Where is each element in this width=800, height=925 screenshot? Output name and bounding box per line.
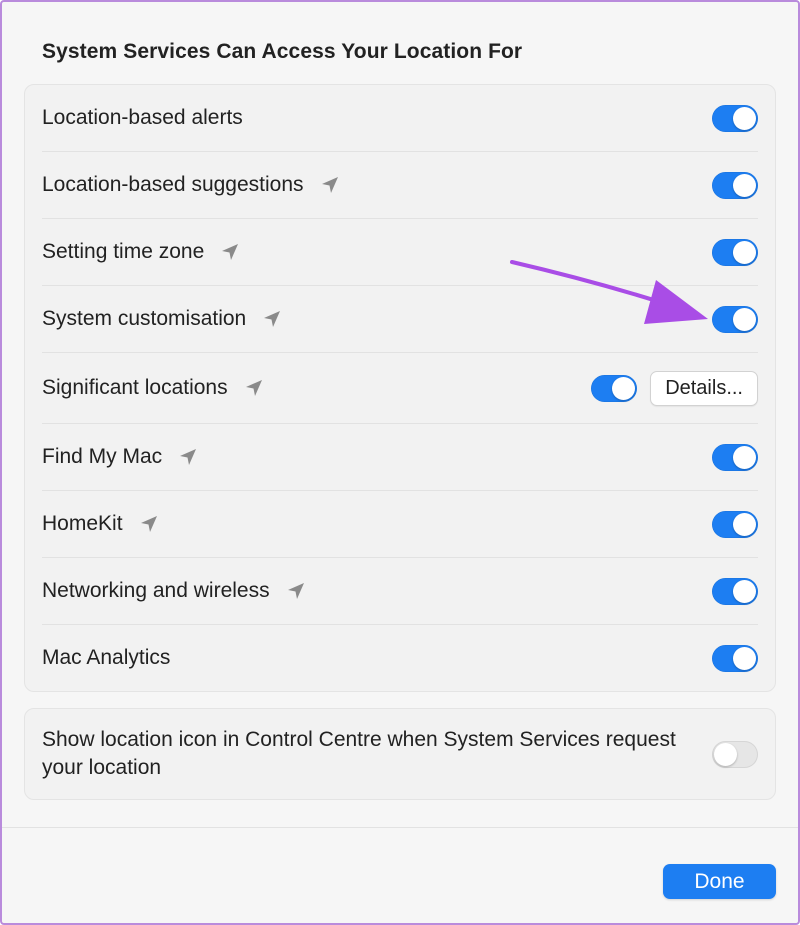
service-label: Networking and wireless xyxy=(42,579,306,603)
networking-and-wireless-toggle[interactable] xyxy=(712,577,758,605)
service-label: Location-based alerts xyxy=(42,106,243,129)
service-label: Mac Analytics xyxy=(42,646,171,669)
control-centre-group: Show location icon in Control Centre whe… xyxy=(24,708,776,800)
control-centre-label: Show location icon in Control Centre whe… xyxy=(42,728,676,779)
service-row-find-my-mac: Find My Mac xyxy=(42,424,758,491)
location-arrow-icon xyxy=(320,175,340,195)
service-label: Find My Mac xyxy=(42,445,198,469)
location-arrow-icon xyxy=(139,514,159,534)
location-arrow-icon xyxy=(178,447,198,467)
toggle-knob xyxy=(612,376,636,400)
mac-analytics-toggle[interactable] xyxy=(712,644,758,672)
details-button[interactable]: Details... xyxy=(650,370,758,406)
service-label: HomeKit xyxy=(42,512,159,536)
service-row-setting-time-zone: Setting time zone xyxy=(42,219,758,286)
toggle-knob xyxy=(733,646,756,670)
toggle-knob xyxy=(733,579,756,603)
setting-time-zone-toggle[interactable] xyxy=(712,238,758,266)
control-centre-location-icon-toggle[interactable] xyxy=(712,740,758,768)
location-based-alerts-toggle[interactable] xyxy=(712,104,758,132)
system-customisation-toggle[interactable] xyxy=(712,305,758,333)
toggle-knob xyxy=(733,173,756,197)
location-arrow-icon xyxy=(244,378,264,398)
service-row-homekit: HomeKit xyxy=(42,491,758,558)
toggle-knob xyxy=(733,445,756,469)
service-row-networking-and-wireless: Networking and wireless xyxy=(42,558,758,625)
service-row-significant-locations: Significant locations Details... xyxy=(42,353,758,424)
find-my-mac-toggle[interactable] xyxy=(712,443,758,471)
control-centre-row: Show location icon in Control Centre whe… xyxy=(42,709,758,799)
location-arrow-icon xyxy=(262,309,282,329)
location-arrow-icon xyxy=(220,242,240,262)
toggle-knob xyxy=(733,512,756,536)
done-button[interactable]: Done xyxy=(663,864,776,899)
toggle-knob xyxy=(733,307,756,331)
location-arrow-icon xyxy=(286,581,306,601)
significant-locations-toggle[interactable] xyxy=(591,374,638,402)
service-row-location-based-alerts: Location-based alerts xyxy=(42,85,758,152)
footer-divider xyxy=(2,827,798,828)
toggle-knob xyxy=(733,240,756,264)
location-based-suggestions-toggle[interactable] xyxy=(712,171,758,199)
service-row-location-based-suggestions: Location-based suggestions xyxy=(42,152,758,219)
service-label: Significant locations xyxy=(42,376,264,400)
homekit-toggle[interactable] xyxy=(712,510,758,538)
service-label: System customisation xyxy=(42,307,282,331)
services-list: Location-based alerts Location-based sug… xyxy=(24,84,776,692)
toggle-knob xyxy=(733,106,756,130)
service-row-mac-analytics: Mac Analytics xyxy=(42,625,758,691)
service-label: Location-based suggestions xyxy=(42,173,340,197)
section-title: System Services Can Access Your Location… xyxy=(42,40,523,63)
toggle-knob xyxy=(714,742,737,766)
service-row-system-customisation: System customisation xyxy=(42,286,758,353)
service-label: Setting time zone xyxy=(42,240,240,264)
